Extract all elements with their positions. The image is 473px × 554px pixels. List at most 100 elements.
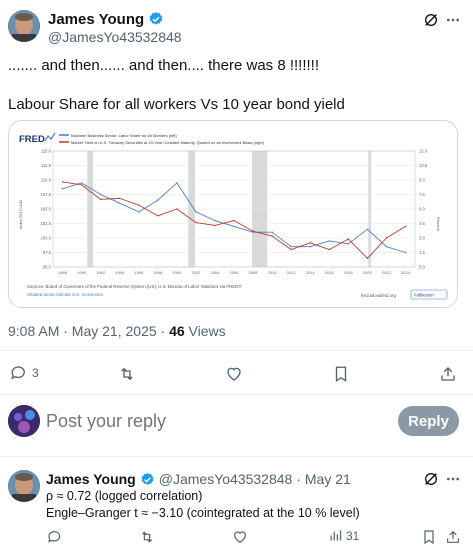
tweet-text-line1: ....... and then...... and then.... ther… (8, 57, 320, 74)
reply-reply-button[interactable] (46, 528, 64, 546)
views-label: Views (184, 323, 226, 339)
bookmark-button[interactable] (331, 364, 351, 384)
more-options-icon[interactable] (444, 470, 462, 488)
verified-badge-icon (149, 12, 163, 25)
x-tick-label: 1988 (58, 270, 68, 275)
x-tick-label: 2014 (306, 270, 316, 275)
user-avatar[interactable] (8, 405, 40, 437)
left-tick-label: 110.0 (41, 178, 52, 183)
reply-text-line1: ρ ≈ 0.72 (logged correlation) (46, 489, 203, 503)
labor-share-point (309, 246, 311, 248)
left-tick-label: 112.5 (41, 163, 52, 168)
bond-yield-point (61, 181, 64, 183)
x-tick-label: 2000 (172, 270, 182, 275)
verified-badge-icon (141, 472, 154, 485)
bond-yield-point (328, 248, 330, 251)
bookmark-icon (335, 366, 347, 383)
bond-yield-point (176, 208, 178, 210)
reply-count: 3 (32, 366, 39, 380)
bond-yield-point (252, 230, 254, 232)
bond-yield-point (385, 237, 388, 239)
share-button[interactable] (438, 364, 458, 384)
reply-input[interactable] (46, 407, 376, 435)
right-tick-label: 3.0 (419, 236, 425, 241)
reply-date[interactable]: · May 21 (296, 471, 350, 487)
bond-yield-point (347, 238, 350, 240)
bond-yield-point (404, 225, 407, 228)
like-button[interactable] (224, 364, 244, 384)
reply-action[interactable]: 3 (10, 364, 39, 382)
tweet-meta: 9:08 AM · May 21, 2025 · 46 Views (8, 323, 226, 339)
reply-retweet-button[interactable] (138, 528, 156, 546)
right-tick-label: 1.5 (419, 250, 425, 255)
right-tick-label: 0.0 (419, 265, 425, 270)
author-name[interactable]: James Young (48, 11, 144, 28)
reply-button[interactable]: Reply (398, 406, 459, 436)
x-tick-label: 2004 (210, 270, 220, 275)
labor-share-point (290, 246, 292, 248)
reply-views[interactable]: 31 (328, 528, 359, 543)
x-tick-label: 2010 (268, 270, 278, 275)
reply-text-line2: Engle–Granger t ≈ −3.10 (cointegrated at… (46, 506, 360, 520)
bond-yield-point (309, 242, 311, 244)
x-tick-label: 2006 (230, 270, 240, 275)
reply-share-button[interactable] (444, 528, 462, 546)
x-tick-label: 1994 (115, 270, 125, 275)
fred-logo-mark-icon (44, 132, 56, 142)
avatar-image (8, 10, 40, 42)
labor-share-point (99, 193, 102, 196)
right-tick-label: 9.0 (419, 178, 425, 183)
reply-icon (11, 366, 25, 380)
x-tick-label: 2022 (382, 270, 392, 275)
right-tick-label: 6.0 (419, 207, 425, 212)
left-tick-label: 95.0 (43, 265, 52, 270)
chart-image-card[interactable]: FRED Nonfarm Business Sector: Labor Shar… (8, 120, 458, 308)
x-tick-label: 1998 (153, 270, 163, 275)
bond-yield-point (195, 221, 197, 224)
reply-views-count: 31 (346, 528, 360, 543)
sources-note: Sources: Board of Governors of the Feder… (27, 284, 242, 289)
x-tick-label: 2018 (344, 270, 354, 275)
grok-icon[interactable] (422, 11, 440, 29)
share-icon (447, 530, 459, 543)
heart-icon (227, 367, 241, 381)
labor-share-point (195, 211, 197, 213)
labor-share-point (233, 225, 235, 228)
reply-bookmark-button[interactable] (420, 528, 438, 546)
labor-share-point (271, 231, 273, 233)
reply-author-handle[interactable]: @JamesYo43532848 (159, 471, 293, 487)
bond-yield-point (290, 248, 292, 251)
user-avatar-image (8, 405, 40, 437)
author-handle[interactable]: @JamesYo43532848 (48, 29, 182, 45)
reply-author-name[interactable]: James Young (46, 471, 136, 487)
labor-share-point (176, 182, 178, 184)
plot-area (52, 150, 416, 268)
labor-share-point (366, 228, 369, 230)
views-count: 46 (169, 323, 185, 339)
heart-icon (234, 531, 246, 544)
more-options-icon[interactable] (444, 11, 462, 29)
tweet-timestamp[interactable]: 9:08 AM · May 21, 2025 · (8, 323, 169, 339)
bond-yield-point (99, 198, 102, 201)
views-icon (330, 530, 342, 541)
divider (0, 350, 473, 351)
retweet-button[interactable] (117, 364, 137, 384)
right-tick-label: 12.0 (419, 149, 428, 154)
x-tick-label: 2016 (325, 270, 335, 275)
grok-icon[interactable] (422, 470, 440, 488)
legend-bond-yield: Market Yield on U.S. Treasury Securities… (71, 140, 265, 145)
right-tick-label: 7.5 (419, 192, 425, 197)
left-tick-label: 115.0 (41, 149, 52, 154)
reply-author-avatar[interactable] (8, 470, 40, 502)
fred-logo: FRED (19, 134, 45, 145)
author-avatar[interactable] (8, 10, 40, 42)
x-tick-label: 2020 (363, 270, 373, 275)
x-tick-label: 2024 (401, 270, 411, 275)
x-tick-label: 2008 (249, 270, 259, 275)
labor-share-point (118, 202, 121, 204)
x-tick-label: 1992 (96, 270, 106, 275)
labor-share-point (404, 251, 407, 254)
right-tick-label: 10.5 (419, 163, 428, 168)
reply-like-button[interactable] (231, 528, 249, 546)
x-tick-label: 2012 (287, 270, 297, 275)
